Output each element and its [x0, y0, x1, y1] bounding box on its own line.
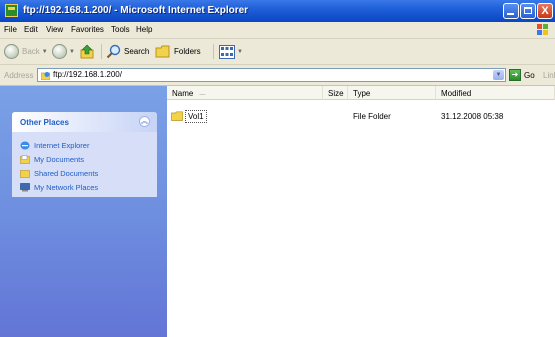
back-arrow-icon: [4, 44, 19, 59]
up-folder-button[interactable]: [80, 44, 95, 59]
folder-icon: [155, 45, 170, 58]
menu-tools[interactable]: Tools: [111, 25, 130, 34]
toolbar-separator: [101, 44, 102, 59]
chevron-down-icon: ▼: [69, 48, 75, 55]
column-label: Modified: [441, 89, 472, 98]
column-label: Type: [353, 89, 371, 98]
network-places-icon: [20, 182, 30, 191]
chevron-down-icon: ▼: [41, 48, 48, 55]
sort-arrow-icon: —: [199, 92, 206, 98]
column-header-modified[interactable]: Modified: [436, 86, 555, 100]
close-button[interactable]: X: [537, 3, 553, 19]
links-label[interactable]: Links: [543, 71, 555, 80]
place-label: Shared Documents: [34, 168, 99, 178]
folder-icon: [171, 111, 183, 121]
search-button[interactable]: Search: [106, 44, 149, 59]
place-my-documents[interactable]: My Documents: [20, 154, 84, 164]
column-label: Name —: [172, 89, 206, 98]
search-icon: [106, 44, 121, 59]
chevron-down-icon: ▼: [237, 48, 243, 55]
go-arrow-icon: ➜: [511, 70, 519, 79]
address-bar: Address ftp://192.168.1.200/ ▼ ➜ Go Link…: [0, 65, 555, 86]
internet-explorer-icon: [5, 4, 18, 17]
shared-documents-icon: [20, 169, 30, 178]
search-label: Search: [124, 47, 150, 56]
place-internet-explorer[interactable]: Internet Explorer: [20, 140, 89, 150]
toolbar: Back ▼ ▼ Search Folders ▼: [0, 39, 555, 65]
file-name: Vol1: [185, 110, 207, 123]
title-bar: ftp://192.168.1.200/ - Microsoft Interne…: [0, 0, 555, 23]
collapse-chevron-icon[interactable]: ︽: [139, 116, 150, 127]
forward-button[interactable]: ▼: [52, 44, 75, 59]
menu-file[interactable]: File: [4, 25, 17, 34]
column-header-size[interactable]: Size: [323, 86, 348, 100]
toolbar-separator: [213, 44, 214, 59]
address-value: ftp://192.168.1.200/: [53, 70, 122, 79]
views-icon: [219, 44, 235, 59]
other-places-panel: Other Places ︽ Internet Explorer My Docu…: [12, 112, 157, 197]
menu-edit[interactable]: Edit: [24, 25, 38, 34]
file-modified: 31.12.2008 05:38: [441, 112, 504, 121]
up-folder-icon: [80, 44, 94, 59]
place-shared-documents[interactable]: Shared Documents: [20, 168, 98, 178]
menu-bar: File Edit View Favorites Tools Help: [0, 22, 555, 39]
my-documents-icon: [20, 154, 30, 164]
internet-explorer-icon: [20, 141, 30, 149]
windows-logo-icon: [537, 24, 549, 36]
other-places-header[interactable]: Other Places ︽: [12, 112, 157, 132]
go-label[interactable]: Go: [524, 71, 535, 80]
back-button[interactable]: Back ▼: [4, 44, 48, 59]
address-label: Address: [4, 71, 34, 80]
maximize-button[interactable]: [520, 3, 536, 19]
go-button[interactable]: ➜: [509, 69, 521, 81]
folders-button[interactable]: Folders: [155, 44, 201, 59]
minimize-button[interactable]: [503, 3, 519, 19]
address-input[interactable]: ftp://192.168.1.200/ ▼: [37, 68, 506, 82]
menu-help[interactable]: Help: [136, 25, 152, 34]
place-label: My Network Places: [34, 182, 99, 192]
task-pane: Other Places ︽ Internet Explorer My Docu…: [0, 86, 167, 337]
column-header-type[interactable]: Type: [348, 86, 436, 100]
file-type: File Folder: [353, 112, 391, 121]
back-label: Back: [22, 47, 40, 56]
column-header-name[interactable]: Name —: [167, 86, 323, 100]
ftp-folder-icon: [41, 72, 50, 80]
views-button[interactable]: ▼: [219, 44, 243, 59]
place-label: My Documents: [34, 154, 85, 164]
menu-favorites[interactable]: Favorites: [71, 25, 104, 34]
minimize-icon: [507, 13, 514, 15]
table-row[interactable]: Vol1 File Folder 31.12.2008 05:38: [167, 110, 555, 123]
maximize-icon: [524, 7, 532, 14]
address-dropdown-button[interactable]: ▼: [493, 70, 504, 80]
menu-view[interactable]: View: [46, 25, 63, 34]
window-title: ftp://192.168.1.200/ - Microsoft Interne…: [23, 5, 249, 16]
folders-label: Folders: [174, 47, 201, 56]
forward-arrow-icon: [52, 44, 67, 59]
place-label: Internet Explorer: [34, 140, 90, 150]
other-places-title: Other Places: [20, 118, 69, 127]
column-label: Size: [328, 89, 344, 98]
place-my-network-places[interactable]: My Network Places: [20, 182, 98, 192]
file-list: Name — Size Type Modified Vol1 File Folde…: [167, 86, 555, 337]
